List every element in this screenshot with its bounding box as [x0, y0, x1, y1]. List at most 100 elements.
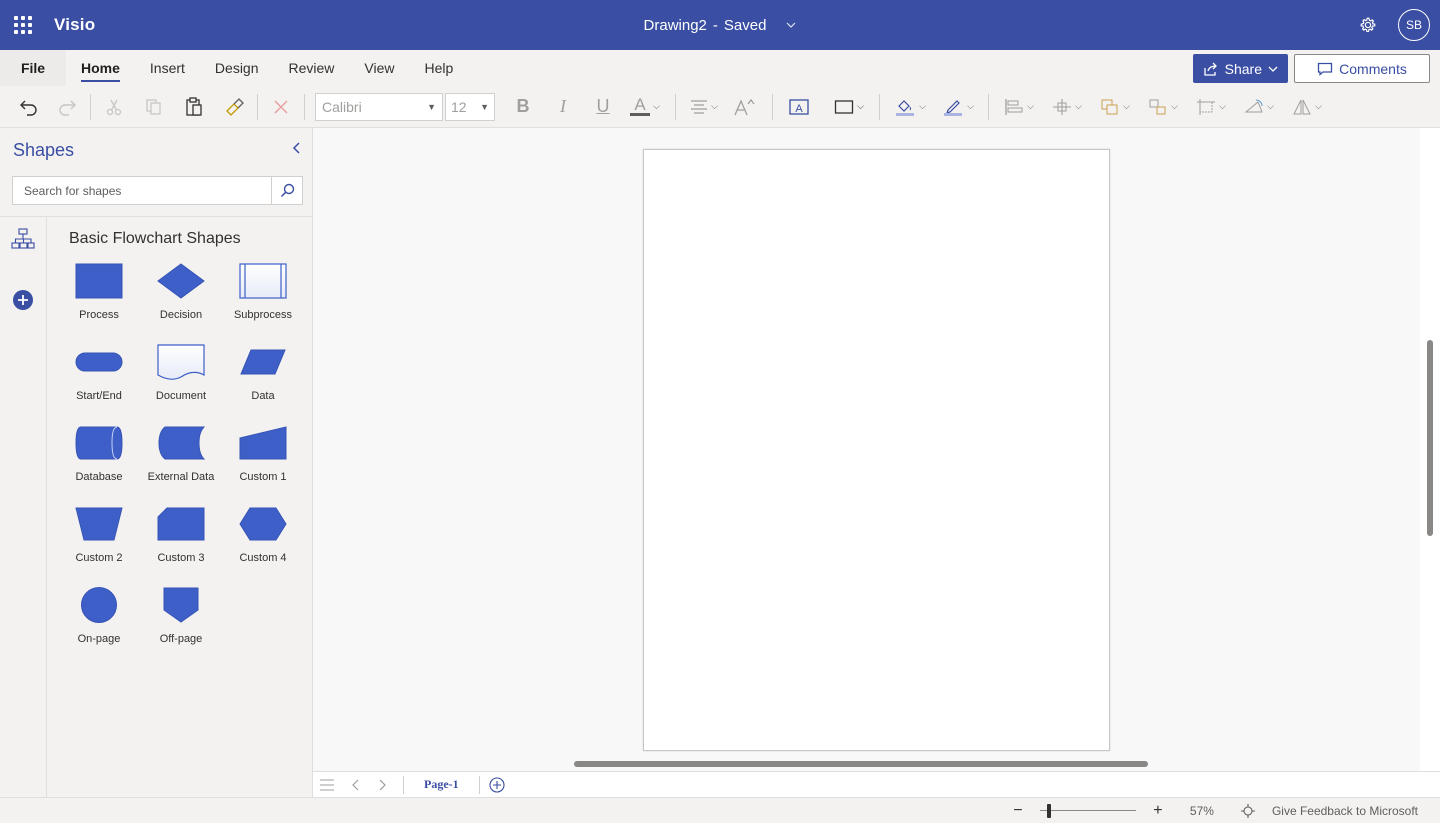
shape-start-end[interactable]: Start/End	[58, 340, 140, 421]
toolbar-divider	[257, 93, 258, 120]
italic-button[interactable]: I	[543, 91, 583, 123]
hamburger-icon	[320, 778, 334, 791]
app-launcher-button[interactable]	[0, 0, 46, 50]
text-box-icon: A	[789, 98, 809, 115]
chevron-down-icon: ⌵	[1123, 101, 1130, 111]
on-page-shape-icon	[73, 583, 125, 627]
shapes-panel: Shapes Basic Flowchart Shapes	[0, 128, 313, 797]
next-page-button[interactable]	[369, 772, 397, 798]
copy-button[interactable]	[139, 91, 169, 123]
previous-page-button[interactable]	[341, 772, 369, 798]
shape-process[interactable]: Process	[58, 259, 140, 340]
shape-subprocess[interactable]: Subprocess	[222, 259, 304, 340]
shape-custom-4[interactable]: Custom 4	[222, 502, 304, 583]
file-menu[interactable]: File	[0, 50, 66, 86]
title-right-group: SB	[1348, 0, 1440, 50]
paste-button[interactable]	[179, 91, 209, 123]
align-shapes-button[interactable]: ⌵	[997, 91, 1041, 123]
tab-view[interactable]: View	[349, 50, 409, 86]
app-name[interactable]: Visio	[54, 15, 95, 35]
collapse-panel-button[interactable]	[292, 141, 300, 159]
cut-button[interactable]	[99, 91, 129, 123]
size-button[interactable]: ⌵	[1189, 91, 1233, 123]
shape-label: Custom 2	[75, 552, 123, 564]
shape-off-page-reference[interactable]: Off-page	[140, 583, 222, 664]
decision-shape-icon	[155, 259, 207, 303]
stencil-basic-flowchart-button[interactable]	[11, 227, 35, 251]
document-name: Drawing2	[643, 16, 707, 34]
horizontal-scrollbar[interactable]	[574, 761, 1148, 767]
tab-home[interactable]: Home	[66, 50, 135, 86]
text-box-button[interactable]: A	[781, 91, 817, 123]
drawing-page[interactable]	[643, 149, 1110, 751]
bold-button[interactable]: B	[503, 91, 543, 123]
data-shape-icon	[237, 340, 289, 384]
shape-document[interactable]: Document	[140, 340, 222, 421]
zoom-slider[interactable]	[1039, 801, 1136, 821]
zoom-level[interactable]: 57%	[1190, 804, 1214, 818]
give-feedback-link[interactable]: Give Feedback to Microsoft	[1272, 804, 1418, 818]
line-button[interactable]: ⌵	[936, 91, 980, 123]
shape-label: Custom 3	[157, 552, 205, 564]
flip-icon	[1293, 99, 1311, 114]
add-page-button[interactable]	[486, 774, 508, 796]
share-button[interactable]: Share	[1192, 54, 1288, 83]
custom-2-shape-icon	[73, 502, 125, 546]
zoom-slider-thumb[interactable]	[1046, 803, 1051, 818]
shape-custom-1[interactable]: Custom 1	[222, 421, 304, 502]
delete-button[interactable]	[266, 91, 296, 123]
arrange-button[interactable]: ⌵	[1093, 91, 1137, 123]
tab-review[interactable]: Review	[274, 50, 350, 86]
shape-custom-3[interactable]: Custom 3	[140, 502, 222, 583]
home-toolbar: Calibri ▼ 12 ▼ B I U A ⌵ ⌵ A ⌵ ⌵ ⌵ ⌵ ⌵ ⌵…	[0, 86, 1440, 128]
shape-decision[interactable]: Decision	[140, 259, 222, 340]
format-painter-button[interactable]	[219, 91, 249, 123]
rotate-button[interactable]: ⌵	[1237, 91, 1281, 123]
settings-button[interactable]	[1348, 0, 1388, 50]
all-pages-button[interactable]	[313, 772, 341, 798]
paint-bucket-icon	[896, 99, 915, 116]
shape-on-page-reference[interactable]: On-page	[58, 583, 140, 664]
zoom-out-button[interactable]: −	[1008, 802, 1028, 820]
tab-help[interactable]: Help	[410, 50, 469, 86]
comments-button[interactable]: Comments	[1294, 54, 1430, 83]
undo-button[interactable]	[14, 91, 44, 123]
fill-button[interactable]: ⌵	[888, 91, 932, 123]
page-tab-1[interactable]: Page-1	[410, 777, 473, 792]
shape-custom-2[interactable]: Custom 2	[58, 502, 140, 583]
font-size-grow-button[interactable]	[724, 91, 764, 123]
font-size-dropdown[interactable]: 12 ▼	[445, 92, 495, 121]
fit-to-window-button[interactable]	[1238, 803, 1258, 818]
zoom-in-button[interactable]: +	[1148, 802, 1168, 820]
vertical-scrollbar[interactable]	[1427, 340, 1433, 536]
document-title-button[interactable]: Drawing2 - Saved	[644, 17, 797, 34]
account-avatar[interactable]: SB	[1398, 9, 1430, 41]
ribbon-tabs: File Home Insert Design Review View Help…	[0, 50, 1440, 86]
title-separator: -	[712, 16, 718, 34]
font-name-dropdown[interactable]: Calibri ▼	[315, 92, 443, 121]
shape-database[interactable]: Database	[58, 421, 140, 502]
redo-button[interactable]	[52, 91, 82, 123]
drawing-canvas[interactable]	[313, 128, 1440, 771]
group-button[interactable]: ⌵	[1141, 91, 1185, 123]
add-circle-icon	[489, 776, 505, 793]
chevron-down-icon: ⌵	[1315, 101, 1322, 111]
org-chart-icon	[11, 228, 35, 249]
tab-insert[interactable]: Insert	[135, 50, 200, 86]
add-stencil-button[interactable]	[11, 288, 35, 312]
title-bar: Visio Drawing2 - Saved SB	[0, 0, 1440, 50]
position-button[interactable]: ⌵	[1045, 91, 1089, 123]
search-button[interactable]	[271, 177, 302, 204]
external-data-shape-icon	[155, 421, 207, 465]
shape-search-input[interactable]	[13, 183, 271, 198]
shape-data[interactable]: Data	[222, 340, 304, 421]
process-shape-icon	[73, 259, 125, 303]
tab-design[interactable]: Design	[200, 50, 274, 86]
font-color-button[interactable]: A ⌵	[623, 91, 667, 123]
shape-external-data[interactable]: External Data	[140, 421, 222, 502]
flip-button[interactable]: ⌵	[1285, 91, 1329, 123]
align-text-button[interactable]: ⌵	[684, 91, 724, 123]
shape-style-button[interactable]: ⌵	[827, 91, 871, 123]
underline-button[interactable]: U	[583, 91, 623, 123]
resize-icon	[1197, 98, 1216, 115]
